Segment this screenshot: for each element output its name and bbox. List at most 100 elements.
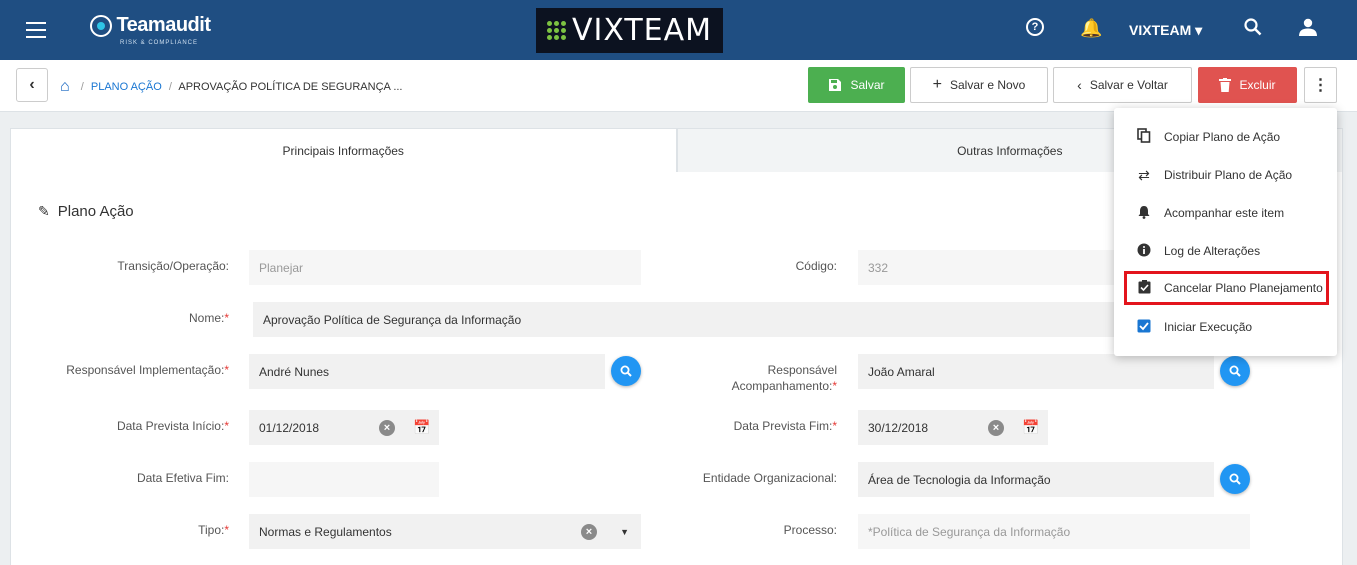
codigo-field: 332 xyxy=(858,250,1118,285)
transicao-value: Planejar xyxy=(259,260,304,275)
menu-item-label: Copiar Plano de Ação xyxy=(1164,130,1281,144)
clear-icon[interactable]: × xyxy=(988,419,1004,436)
checkbox-icon xyxy=(1136,319,1152,336)
data-efetiva-input[interactable] xyxy=(249,462,439,497)
save-and-new-label: Salvar e Novo xyxy=(949,78,1026,92)
data-fim-input[interactable]: 30/12/2018 × 📅 xyxy=(858,410,1048,445)
processo-label: Processo: xyxy=(783,523,837,537)
search-icon xyxy=(1229,473,1241,485)
data-inicio-input[interactable]: 01/12/2018 × 📅 xyxy=(249,410,439,445)
transicao-field: Planejar xyxy=(249,250,641,285)
menu-item-log-alteracoes[interactable]: Log de Alterações xyxy=(1114,234,1337,268)
clear-icon[interactable]: × xyxy=(379,419,395,436)
delete-button[interactable]: Excluir xyxy=(1198,67,1297,103)
action-bar: ‹ ⌂ / PLANO AÇÃO / APROVAÇÃO POLÍTICA DE… xyxy=(0,60,1357,112)
menu-item-label: Iniciar Execução xyxy=(1164,320,1253,334)
data-fim-label-text: Data Prevista Fim: xyxy=(733,419,833,433)
data-inicio-label: Data Prevista Início:* xyxy=(20,419,229,433)
plus-icon: + xyxy=(932,76,942,93)
menu-item-cancelar-plano[interactable]: Cancelar Plano Planejamento xyxy=(1124,271,1329,305)
breadcrumb: ⌂ / PLANO AÇÃO / APROVAÇÃO POLÍTICA DE S… xyxy=(60,78,403,96)
nome-label: Nome:* xyxy=(20,311,229,325)
transicao-label: Transição/Operação: xyxy=(117,259,229,273)
section-title-label: Plano Ação xyxy=(57,203,134,220)
tipo-value: Normas e Regulamentos xyxy=(259,524,392,539)
resp-acomp-value: João Amaral xyxy=(868,364,935,379)
brand-logo: VIXTEAM xyxy=(536,8,723,53)
menu-item-label: Log de Alterações xyxy=(1164,244,1261,258)
required-mark: * xyxy=(224,311,229,325)
nome-input[interactable]: Aprovação Política de Segurança da Infor… xyxy=(253,302,1114,337)
company-menu[interactable]: VIXTEAM ▾ xyxy=(1129,22,1202,39)
hamburger-menu-icon[interactable] xyxy=(26,22,46,38)
logo-icon xyxy=(90,14,112,37)
codigo-value: 332 xyxy=(868,260,889,275)
search-icon[interactable] xyxy=(1244,18,1262,41)
required-mark: * xyxy=(224,419,229,433)
app-logo[interactable]: Teamaudit RISK & COMPLIANCE xyxy=(90,14,211,46)
nome-value: Aprovação Política de Segurança da Infor… xyxy=(263,312,522,327)
resp-acomp-label: Responsável Acompanhamento:* xyxy=(660,362,837,394)
save-and-new-button[interactable]: + Salvar e Novo xyxy=(910,67,1048,103)
data-fim-label: Data Prevista Fim:* xyxy=(660,419,837,433)
menu-item-distribuir-plano[interactable]: ⇄ Distribuir Plano de Ação xyxy=(1114,158,1337,192)
codigo-label: Código: xyxy=(795,259,837,273)
tab-principais-informacoes[interactable]: Principais Informações xyxy=(10,128,677,173)
menu-item-label: Acompanhar este item xyxy=(1164,206,1285,220)
notification-bell-icon[interactable]: 🔔 xyxy=(1080,18,1102,39)
top-bar: Teamaudit RISK & COMPLIANCE VIXTEAM ? 🔔 … xyxy=(0,0,1357,60)
breadcrumb-current: APROVAÇÃO POLÍTICA DE SEGURANÇA ... xyxy=(178,80,403,93)
menu-item-acompanhar[interactable]: Acompanhar este item xyxy=(1114,196,1337,230)
assignment-check-icon xyxy=(1136,279,1152,297)
logo-name: Teamaudit xyxy=(116,14,211,36)
required-mark: * xyxy=(832,419,837,433)
save-and-back-button[interactable]: ‹ Salvar e Voltar xyxy=(1053,67,1192,103)
processo-value: *Política de Segurança da Informação xyxy=(868,524,1071,539)
menu-item-iniciar-execucao[interactable]: Iniciar Execução xyxy=(1114,310,1337,344)
entidade-input[interactable]: Área de Tecnologia da Informação xyxy=(858,462,1214,497)
more-options-button[interactable]: ⋮ xyxy=(1304,67,1337,103)
required-mark: * xyxy=(224,523,229,537)
menu-item-label: Cancelar Plano Planejamento xyxy=(1164,281,1323,295)
data-fim-value: 30/12/2018 xyxy=(868,420,929,435)
calendar-icon[interactable]: 📅 xyxy=(1022,419,1039,436)
user-profile-icon[interactable] xyxy=(1298,18,1318,41)
brand-name: VIXTEAM xyxy=(571,13,713,48)
more-options-menu: Copiar Plano de Ação ⇄ Distribuir Plano … xyxy=(1114,108,1337,356)
breadcrumb-link-plano-acao[interactable]: PLANO AÇÃO xyxy=(91,81,162,93)
tipo-select[interactable]: Normas e Regulamentos × ▼ xyxy=(249,514,641,549)
logo-subtitle: RISK & COMPLIANCE xyxy=(120,40,199,46)
back-button[interactable]: ‹ xyxy=(16,68,48,102)
resp-acomp-label-line2-wrap: Acompanhamento:* xyxy=(660,378,837,394)
menu-item-copiar-plano[interactable]: Copiar Plano de Ação xyxy=(1114,120,1337,154)
entidade-label: Entidade Organizacional: xyxy=(702,471,837,485)
resp-impl-label-text: Responsável Implementação: xyxy=(66,363,225,377)
required-mark: * xyxy=(224,363,229,377)
clear-icon[interactable]: × xyxy=(581,523,597,540)
data-inicio-value: 01/12/2018 xyxy=(259,420,320,435)
save-button-label: Salvar xyxy=(850,78,885,92)
delete-button-label: Excluir xyxy=(1239,78,1276,92)
save-button[interactable]: Salvar xyxy=(808,67,905,103)
save-and-back-label: Salvar e Voltar xyxy=(1089,78,1168,92)
resp-impl-input[interactable]: André Nunes xyxy=(249,354,605,389)
resp-impl-value: André Nunes xyxy=(259,364,330,379)
required-mark: * xyxy=(832,379,837,393)
processo-field[interactable]: *Política de Segurança da Informação xyxy=(858,514,1250,549)
calendar-icon[interactable]: 📅 xyxy=(413,419,430,436)
resp-impl-search-button[interactable] xyxy=(611,356,641,386)
search-icon xyxy=(1229,365,1241,377)
chevron-left-icon: ‹ xyxy=(1077,77,1082,93)
resp-acomp-input[interactable]: João Amaral xyxy=(858,354,1214,389)
data-efetiva-label: Data Efetiva Fim: xyxy=(136,471,229,485)
data-inicio-label-text: Data Prevista Início: xyxy=(116,419,225,433)
pencil-icon: ✎ xyxy=(38,203,50,219)
breadcrumb-separator: / xyxy=(80,80,84,93)
resp-acomp-search-button[interactable] xyxy=(1220,356,1250,386)
entidade-search-button[interactable] xyxy=(1220,464,1250,494)
help-icon[interactable]: ? xyxy=(1026,18,1044,36)
entidade-value: Área de Tecnologia da Informação xyxy=(868,472,1051,487)
home-icon[interactable]: ⌂ xyxy=(60,78,70,95)
save-icon xyxy=(829,79,842,91)
caret-down-icon[interactable]: ▼ xyxy=(620,527,629,537)
